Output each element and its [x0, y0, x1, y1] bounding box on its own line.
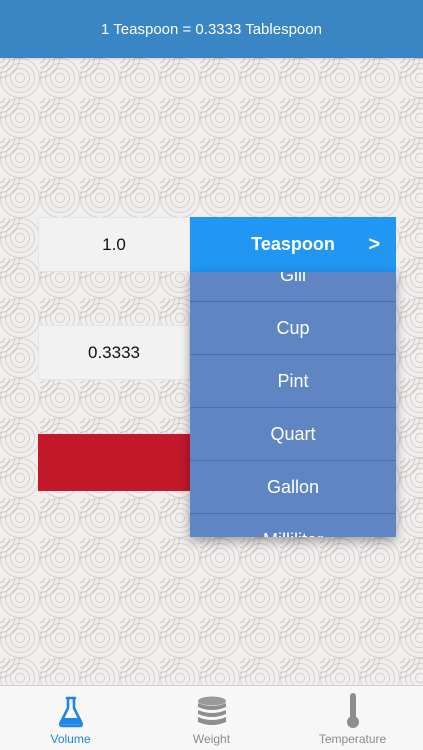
dropdown-item-gill[interactable]: Gill: [190, 272, 396, 302]
tab-temperature-label: Temperature: [318, 732, 387, 746]
output-value-field[interactable]: 0.3333: [38, 325, 190, 380]
unit-dropdown[interactable]: Gill Cup Pint Quart Gallon Milliliter: [190, 272, 396, 537]
dropdown-item-milliliter[interactable]: Milliliter: [190, 514, 396, 537]
input-value-text: 1.0: [102, 234, 126, 254]
chevron-right-icon: >: [368, 233, 380, 255]
dropdown-item-gallon[interactable]: Gallon: [190, 461, 396, 514]
unit-select-button[interactable]: Teaspoon >: [190, 217, 396, 272]
tab-weight[interactable]: Weight: [141, 686, 282, 750]
conversion-header: 1 Teaspoon = 0.3333 Tablespoon: [0, 0, 423, 58]
input-value-field[interactable]: 1.0: [38, 217, 190, 272]
weight-stack-icon: [192, 689, 232, 729]
tab-bar: Volume Weight Temperature: [0, 685, 423, 750]
tab-volume[interactable]: Volume: [0, 686, 141, 750]
tab-volume-label: Volume: [50, 732, 91, 746]
target-unit-button[interactable]: [38, 434, 190, 491]
dropdown-item-pint[interactable]: Pint: [190, 355, 396, 408]
tab-temperature[interactable]: Temperature: [282, 686, 423, 750]
dropdown-item-cup[interactable]: Cup: [190, 302, 396, 355]
unit-select-label: Teaspoon: [251, 234, 335, 254]
thermometer-icon: [333, 689, 373, 729]
conversion-result-text: 1 Teaspoon = 0.3333 Tablespoon: [101, 20, 322, 38]
unit-dropdown-list: Gill Cup Pint Quart Gallon Milliliter: [190, 272, 396, 537]
flask-icon: [51, 689, 91, 729]
output-value-text: 0.3333: [88, 342, 140, 362]
tab-weight-label: Weight: [192, 732, 231, 746]
dropdown-item-quart[interactable]: Quart: [190, 408, 396, 461]
